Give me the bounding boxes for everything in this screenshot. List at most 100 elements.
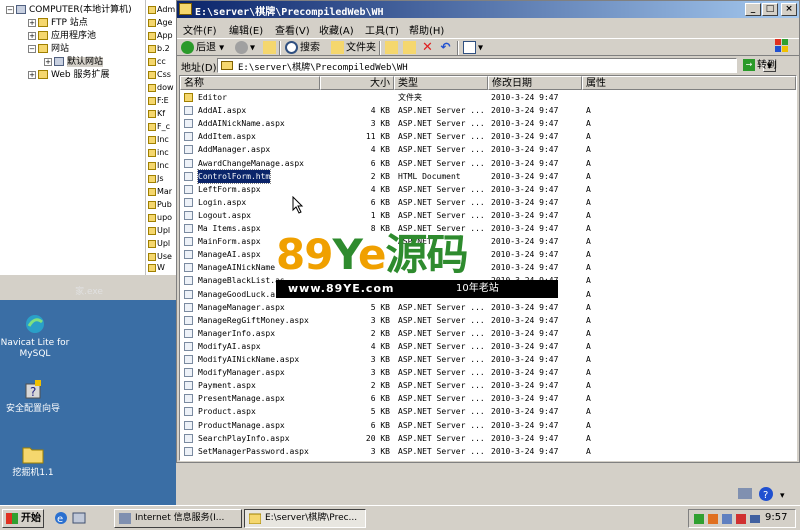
tray-monitor-icon[interactable] [749,513,761,525]
file-row[interactable]: LeftForm.aspx 4 KB ASP.NET Server ... 2010-… [180,183,796,196]
search-button[interactable]: 搜索 [285,41,320,55]
list-item[interactable]: Inc [148,134,169,146]
list-item[interactable]: Css [148,69,171,81]
column-header-name[interactable]: 名称 [180,76,320,90]
views-button[interactable]: ▾ [463,41,483,55]
tree-item-ftp-sites[interactable]: + FTP 站点 [28,17,88,30]
collapse-icon[interactable]: − [6,5,14,14]
file-row[interactable]: AddItem.aspx 11 KB ASP.NET Server ... 2010-… [180,130,796,143]
start-button[interactable]: 开始 [2,509,44,528]
list-item[interactable]: Mar [148,186,172,198]
list-item[interactable]: Upl [148,238,170,250]
file-date: 2010-3-24 9:47 [491,368,559,378]
file-row[interactable]: ModifyAI.aspx 4 KB ASP.NET Server ... 2010-… [180,340,796,353]
close-button[interactable]: × [781,3,797,16]
desktop-icon-security-wizard[interactable]: ? 安全配置向导 [0,378,72,415]
tree-item-websites[interactable]: − 网站 [28,43,69,56]
desktop-icon-wajueji[interactable]: 挖掘机1.1 [0,442,72,479]
maximize-button[interactable]: □ [762,3,778,16]
file-row[interactable]: AwardChangeManage.aspx 6 KB ASP.NET Server… [180,157,796,170]
tree-item-computer[interactable]: − COMPUTER(本地计算机) [6,4,132,17]
address-input[interactable]: E:\server\棋牌\PrecompiledWeb\WH ▼ [217,58,776,73]
column-header-attributes[interactable]: 属性 [582,76,796,90]
show-desktop-icon[interactable] [72,511,86,525]
column-header-size[interactable]: 大小 [320,76,394,90]
move-to-button[interactable] [385,41,400,55]
file-row[interactable]: ManagerInfo.aspx 2 KB ASP.NET Server ... 20… [180,327,796,340]
copy-to-button[interactable] [403,41,418,55]
column-headers: 名称 大小 类型 修改日期 属性 [180,76,796,90]
up-button[interactable] [263,41,278,55]
menu-tools[interactable]: 工具(T) [365,22,399,37]
undo-button[interactable]: ↶ [439,41,454,55]
list-item[interactable]: F_c [148,121,170,133]
delete-button[interactable]: ✕ [421,41,436,55]
file-row[interactable]: PresentManage.aspx 6 KB ASP.NET Server ...… [180,392,796,405]
file-row[interactable]: SetManagerPassword.aspx 3 KB ASP.NET Serve… [180,445,796,458]
file-row[interactable]: ProductManage.aspx 6 KB ASP.NET Server ...… [180,419,796,432]
folders-button[interactable]: 文件夹 [331,41,376,55]
minimize-button[interactable]: _ [745,3,761,16]
file-row[interactable]: ManageRegGiftMoney.aspx 3 KB ASP.NET Serve… [180,314,796,327]
list-item[interactable]: upo [148,212,172,224]
file-row[interactable]: Login.aspx 6 KB ASP.NET Server ... 2010-3-2… [180,196,796,209]
file-row[interactable]: AddAI.aspx 4 KB ASP.NET Server ... 2010-3-2… [180,104,796,117]
menu-help[interactable]: 帮助(H) [409,22,444,37]
menu-file[interactable]: 文件(F) [183,22,217,37]
folder-icon [179,3,192,15]
file-row[interactable]: AddAINickName.aspx 3 KB ASP.NET Server ...… [180,117,796,130]
list-item[interactable]: Upl [148,225,170,237]
list-item[interactable]: F:E [148,95,169,107]
column-header-type[interactable]: 类型 [394,76,488,90]
list-item[interactable]: inc [148,147,169,159]
forward-button[interactable]: ▾ [235,41,255,55]
tray-volume-icon[interactable] [721,513,733,525]
task-iis-manager[interactable]: Internet 信息服务(I... [114,509,242,528]
expand-icon[interactable]: + [28,18,36,27]
file-row[interactable]: Logout.aspx 1 KB ASP.NET Server ... 2010-3-… [180,209,796,222]
expand-icon[interactable]: + [28,70,36,79]
back-button[interactable]: 后退 ▾ [181,41,224,55]
file-row[interactable]: ManageManager.aspx 5 KB ASP.NET Server ...… [180,301,796,314]
list-item[interactable]: Inc [148,160,169,172]
file-row[interactable]: AddManager.aspx 4 KB ASP.NET Server ... 201… [180,143,796,156]
menu-edit[interactable]: 编辑(E) [229,22,263,37]
file-size: 3 KB [370,368,390,378]
file-row[interactable]: Payment.aspx 2 KB ASP.NET Server ... 2010-3… [180,379,796,392]
menu-favorites[interactable]: 收藏(A) [319,22,354,37]
list-item[interactable]: Kf [148,108,165,120]
expand-icon[interactable]: + [44,57,52,66]
tray-status-icon[interactable] [735,513,747,525]
list-item[interactable]: Pub [148,199,172,211]
tray-app-icon[interactable] [707,513,719,525]
file-attributes: A [586,132,591,142]
file-row[interactable]: Editor 文件夹 2010-3-24 9:47 [180,91,796,104]
list-item[interactable]: b.2 [148,43,170,55]
go-button[interactable]: → 转到 [743,58,795,73]
file-row[interactable]: SearchPlayInfo.aspx 20 KB ASP.NET Server .… [180,432,796,445]
list-item[interactable]: App [148,30,173,42]
desktop-icon-navicat[interactable]: Navicat Lite for MySQL [0,312,74,360]
tree-item-default-website[interactable]: + 默认网站 [44,56,104,69]
file-row[interactable]: ModifyManager.aspx 3 KB ASP.NET Server ...… [180,366,796,379]
menu-view[interactable]: 查看(V) [275,22,310,37]
list-item[interactable]: cc [148,56,166,68]
column-header-date[interactable]: 修改日期 [488,76,582,90]
list-item[interactable]: Adm [148,4,175,16]
task-explorer[interactable]: E:\server\棋牌\Prec... [244,509,366,528]
title-bar[interactable]: E:\server\棋牌\PrecompiledWeb\WH _ □ × [177,1,799,18]
internet-explorer-icon[interactable]: e [54,511,68,525]
collapse-icon[interactable]: − [28,44,36,53]
tray-network-icon[interactable] [693,513,705,525]
file-row[interactable]: ControlForm.htm 2 KB HTML Document 2010-3-2… [180,168,796,184]
file-name: ControlForm.htm [196,168,272,184]
list-item[interactable]: Js [148,173,164,185]
file-row[interactable]: ModifyAINickName.aspx 3 KB ASP.NET Server … [180,353,796,366]
expand-icon[interactable]: + [28,31,36,40]
tree-item-app-pools[interactable]: + 应用程序池 [28,30,96,43]
tree-item-web-extensions[interactable]: + Web 服务扩展 [28,69,109,82]
list-item[interactable]: Age [148,17,172,29]
list-item[interactable]: W [148,262,165,274]
list-item[interactable]: dow [148,82,174,94]
file-row[interactable]: Product.aspx 5 KB ASP.NET Server ... 2010-3… [180,405,796,418]
